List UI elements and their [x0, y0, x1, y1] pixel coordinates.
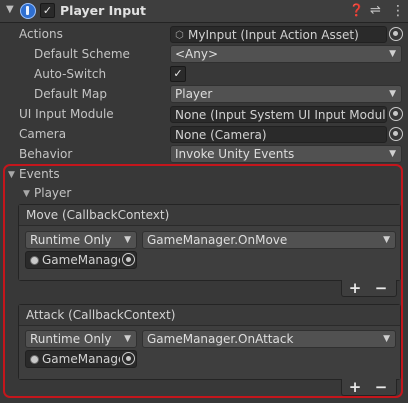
foldout-arrow-icon[interactable]: ▼ — [6, 4, 14, 15]
chevron-down-icon: ▼ — [389, 149, 396, 159]
move-event-body: Runtime Only ▼ GameManager.OnMove ▼ Game… — [19, 226, 400, 280]
attack-add-remove-tab: + − — [341, 379, 397, 396]
events-foldout-icon[interactable]: ▼ — [8, 170, 15, 180]
chevron-down-icon: ▼ — [389, 89, 396, 99]
default-map-dropdown[interactable]: Player ▼ — [170, 85, 402, 103]
object-picker-icon[interactable] — [122, 352, 135, 365]
chevron-down-icon: ▼ — [383, 235, 390, 245]
ui-input-module-label: UI Input Module — [19, 107, 114, 121]
attack-runtime-dropdown[interactable]: Runtime Only ▼ — [25, 330, 137, 348]
behavior-value: Invoke Unity Events — [175, 147, 295, 161]
move-event-title: Move (CallbackContext) — [26, 208, 170, 222]
auto-switch-label: Auto-Switch — [34, 67, 107, 81]
default-scheme-value: <Any> — [175, 47, 219, 61]
component-title: Player Input — [60, 3, 147, 18]
gameobject-icon — [30, 256, 39, 265]
ui-input-module-field[interactable]: None (Input System UI Input Module) — [170, 106, 387, 123]
move-function-dropdown[interactable]: GameManager.OnMove ▼ — [142, 231, 396, 249]
move-target-object-value: GameManager — [42, 253, 120, 267]
actions-value: MyInput (Input Action Asset) — [188, 28, 359, 42]
events-label: Events — [19, 167, 60, 181]
move-event-header: Move (CallbackContext) — [19, 205, 400, 226]
move-target-object-field[interactable]: GameManager — [25, 251, 137, 269]
player-map-label: Player — [34, 186, 72, 200]
add-listener-button[interactable]: + — [344, 280, 366, 296]
behavior-label: Behavior — [19, 147, 73, 161]
remove-listener-button[interactable]: − — [370, 379, 392, 395]
add-listener-button[interactable]: + — [344, 379, 366, 395]
player-map-foldout-icon[interactable]: ▼ — [23, 189, 30, 199]
default-scheme-dropdown[interactable]: <Any> ▼ — [170, 45, 402, 63]
help-icon[interactable]: ❓ — [349, 3, 364, 17]
behavior-dropdown[interactable]: Invoke Unity Events ▼ — [170, 145, 402, 163]
input-action-asset-icon: ⬡ — [175, 30, 184, 41]
chevron-down-icon: ▼ — [389, 49, 396, 59]
object-picker-icon[interactable] — [122, 253, 135, 266]
attack-target-object-value: GameManager — [42, 352, 120, 366]
remove-listener-button[interactable]: − — [370, 280, 392, 296]
object-picker-icon[interactable] — [389, 27, 403, 41]
camera-value: None (Camera) — [175, 128, 267, 142]
player-input-component-icon — [20, 3, 36, 19]
preset-icon[interactable]: ⇌ — [370, 3, 381, 18]
attack-event-title: Attack (CallbackContext) — [26, 308, 176, 322]
object-picker-icon[interactable] — [389, 107, 403, 121]
attack-event-header: Attack (CallbackContext) — [19, 305, 400, 326]
chevron-down-icon: ▼ — [124, 334, 131, 344]
attack-function-dropdown[interactable]: GameManager.OnAttack ▼ — [142, 330, 396, 348]
move-add-remove-tab: + − — [341, 280, 397, 297]
gameobject-icon — [30, 355, 39, 364]
chevron-down-icon: ▼ — [124, 235, 131, 245]
attack-function-value: GameManager.OnAttack — [147, 332, 294, 346]
component-enabled-checkbox[interactable]: ✓ — [40, 3, 55, 18]
actions-label: Actions — [19, 27, 63, 41]
auto-switch-checkbox[interactable]: ✓ — [170, 66, 186, 82]
kebab-icon[interactable]: ⋮ — [391, 3, 405, 19]
chevron-down-icon: ▼ — [383, 334, 390, 344]
move-function-value: GameManager.OnMove — [147, 233, 288, 247]
attack-target-object-field[interactable]: GameManager — [25, 350, 137, 368]
ui-input-module-value: None (Input System UI Input Module) — [175, 108, 387, 122]
move-event-panel: Move (CallbackContext) Runtime Only ▼ Ga… — [18, 204, 401, 281]
attack-event-panel: Attack (CallbackContext) Runtime Only ▼ … — [18, 304, 401, 380]
move-runtime-dropdown[interactable]: Runtime Only ▼ — [25, 231, 137, 249]
camera-label: Camera — [19, 127, 67, 141]
component-header: ▼ ✓ Player Input ❓ ⇌ ⋮ — [0, 0, 408, 23]
default-map-label: Default Map — [34, 87, 107, 101]
default-scheme-label: Default Scheme — [34, 47, 130, 61]
attack-event-body: Runtime Only ▼ GameManager.OnAttack ▼ Ga… — [19, 326, 400, 379]
default-map-value: Player — [175, 87, 213, 101]
object-picker-icon[interactable] — [389, 127, 403, 141]
move-runtime-value: Runtime Only — [30, 233, 112, 247]
camera-field[interactable]: None (Camera) — [170, 126, 387, 143]
actions-field[interactable]: ⬡ MyInput (Input Action Asset) — [170, 26, 387, 43]
attack-runtime-value: Runtime Only — [30, 332, 112, 346]
